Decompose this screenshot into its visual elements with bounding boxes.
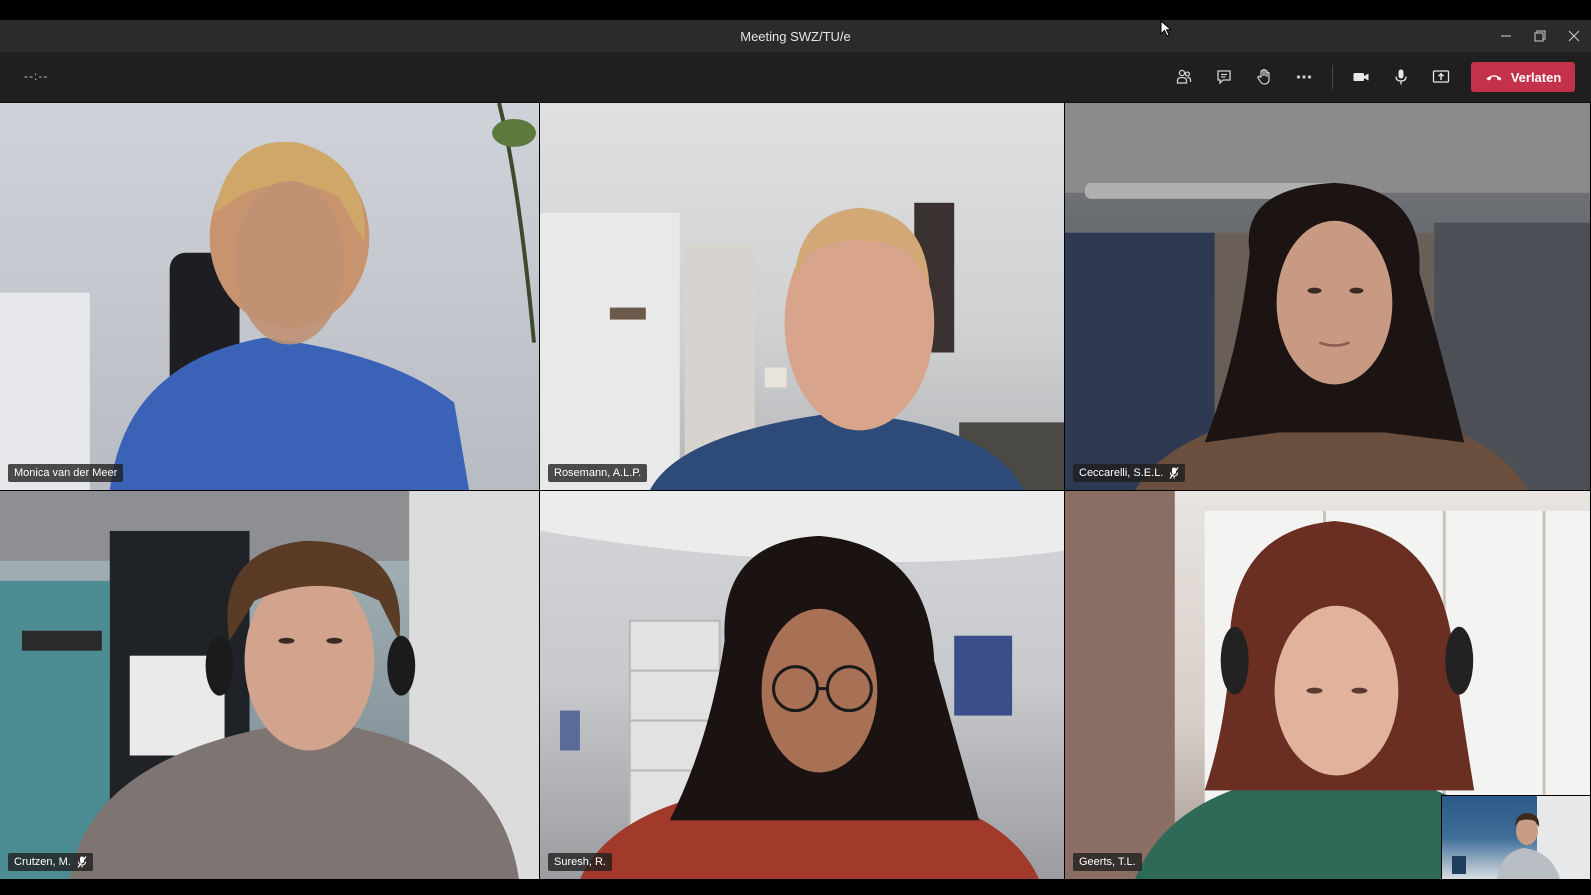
- window-title-bar: Meeting SWZ/TU/e: [0, 20, 1591, 52]
- show-chat-button[interactable]: [1204, 61, 1244, 93]
- participant-name: Monica van der Meer: [14, 467, 118, 479]
- participant-video-tile[interactable]: Geerts, T.L.: [1065, 491, 1591, 880]
- participant-video-feed: [0, 103, 536, 490]
- self-view-video-feed: [1452, 796, 1590, 879]
- participant-name-tag: Ceccarelli, S.E.L.: [1073, 464, 1186, 482]
- participant-video-tile[interactable]: Crutzen, M.: [0, 491, 540, 880]
- participant-name-tag: Rosemann, A.L.P.: [548, 464, 648, 482]
- toggle-camera-button[interactable]: [1341, 61, 1381, 93]
- share-screen-button[interactable]: [1421, 61, 1461, 93]
- participant-name: Suresh, R.: [554, 856, 606, 868]
- leave-meeting-button[interactable]: Verlaten: [1471, 62, 1575, 92]
- hang-up-icon: [1486, 75, 1502, 81]
- window-controls: [1489, 20, 1591, 52]
- participant-video-tile[interactable]: Ceccarelli, S.E.L.: [1065, 103, 1591, 491]
- meeting-timer: --:--: [24, 69, 49, 83]
- video-grid: Monica van der Meer Rosemann, A.L.P. Cec…: [0, 103, 1591, 880]
- participant-name: Geerts, T.L.: [1079, 856, 1136, 868]
- participants-icon: [1176, 69, 1192, 84]
- participant-name: Ceccarelli, S.E.L.: [1079, 467, 1164, 479]
- participant-name-tag: Geerts, T.L.: [1073, 853, 1142, 871]
- camera-icon: [1353, 73, 1369, 81]
- participant-video-tile[interactable]: Suresh, R.: [540, 491, 1065, 880]
- participant-video-feed: [540, 491, 1064, 879]
- participant-video-tile[interactable]: Monica van der Meer: [0, 103, 540, 491]
- restore-button[interactable]: [1523, 20, 1557, 52]
- participant-name: Crutzen, M.: [14, 856, 71, 868]
- meeting-toolbar: --:-- Verlaten: [0, 52, 1591, 103]
- participant-name-tag: Suresh, R.: [548, 853, 612, 871]
- toolbar-divider: [1332, 65, 1333, 89]
- minimize-icon: [1501, 35, 1511, 37]
- restore-icon: [1534, 30, 1546, 42]
- chat-icon: [1217, 70, 1231, 85]
- participant-video-tile[interactable]: Rosemann, A.L.P.: [540, 103, 1065, 491]
- close-icon: [1568, 30, 1580, 42]
- microphone-icon: [1395, 69, 1407, 85]
- participant-video-feed: [540, 202, 1064, 490]
- close-window-button[interactable]: [1557, 20, 1591, 52]
- leave-button-label: Verlaten: [1510, 69, 1562, 85]
- toggle-microphone-button[interactable]: [1381, 61, 1421, 93]
- participant-name-tag: Crutzen, M.: [8, 853, 93, 871]
- participant-name-tag: Monica van der Meer: [8, 464, 124, 482]
- self-view-preview[interactable]: [1441, 795, 1590, 879]
- screen-top-border: [0, 0, 1591, 20]
- minimize-button[interactable]: [1489, 20, 1523, 52]
- more-options-button[interactable]: [1284, 61, 1324, 93]
- raise-hand-button[interactable]: [1244, 61, 1284, 93]
- participant-video-feed: [0, 491, 539, 879]
- participant-name: Rosemann, A.L.P.: [554, 467, 642, 479]
- raise-hand-icon: [1257, 68, 1270, 85]
- screen-bottom-border: [0, 880, 1591, 895]
- meeting-controls: Verlaten: [1164, 61, 1575, 93]
- muted-microphone-icon: [77, 856, 87, 868]
- mouse-cursor-icon: [1160, 20, 1173, 37]
- share-screen-icon: [1432, 70, 1450, 83]
- muted-microphone-icon: [1169, 467, 1179, 479]
- more-options-icon: [1296, 75, 1312, 79]
- window-title: Meeting SWZ/TU/e: [740, 28, 851, 44]
- show-participants-button[interactable]: [1164, 61, 1204, 93]
- participant-video-feed: [1065, 103, 1590, 490]
